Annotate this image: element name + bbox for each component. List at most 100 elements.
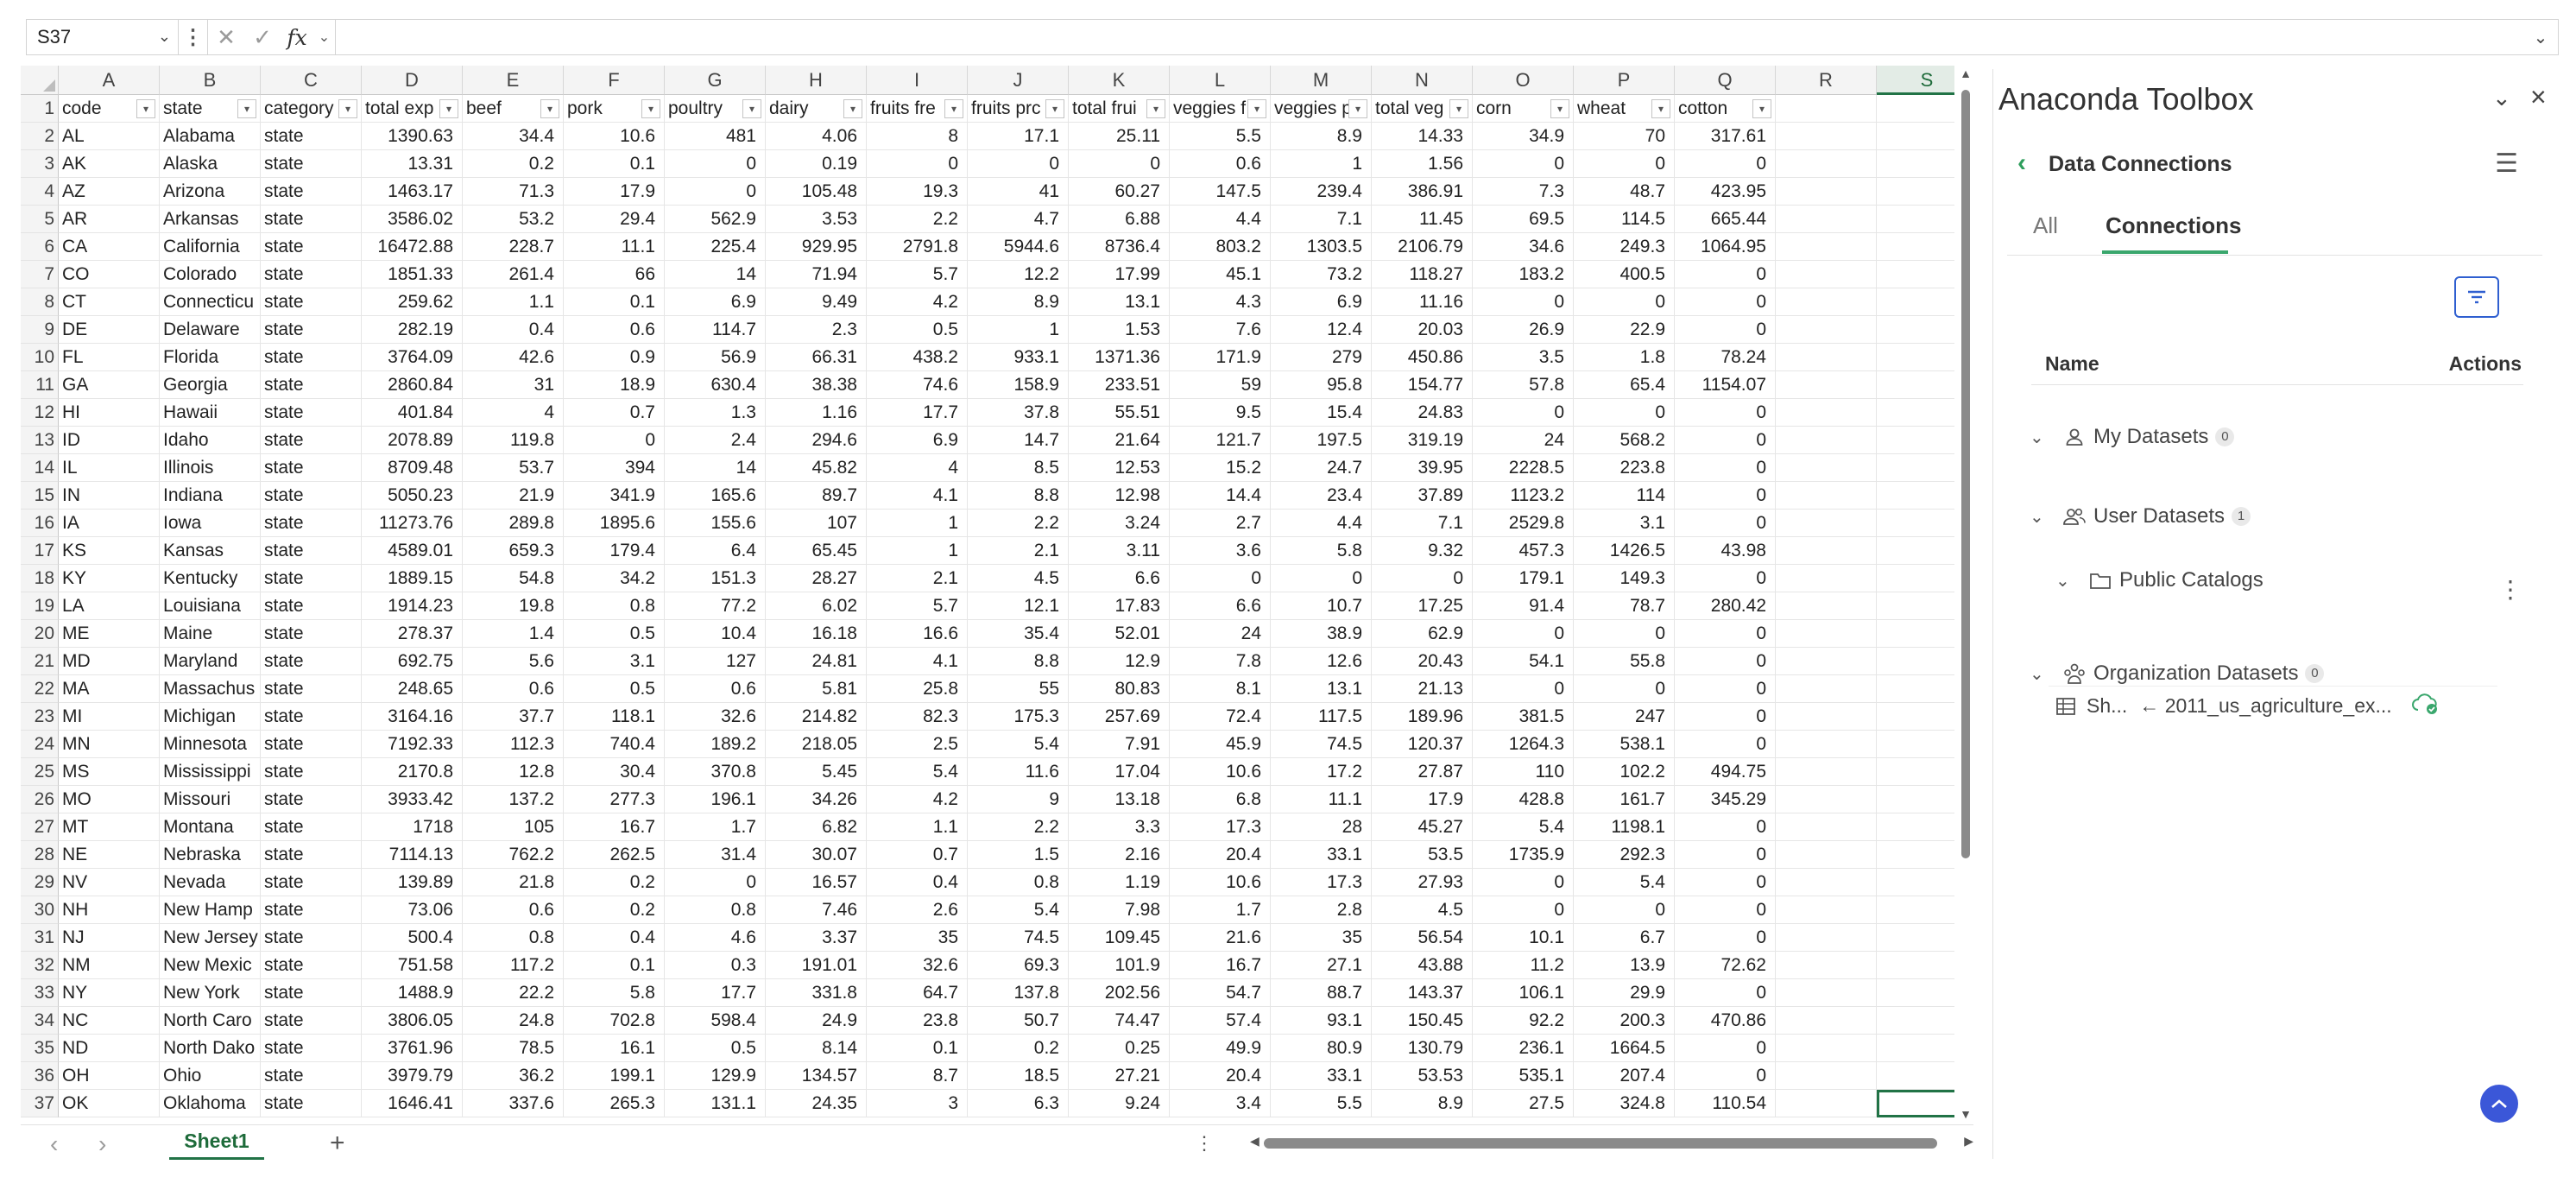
table-cell[interactable]: 0	[1675, 454, 1776, 482]
table-cell[interactable]: 7.98	[1069, 896, 1170, 924]
table-cell[interactable]: 12.53	[1069, 454, 1170, 482]
empty-cell[interactable]	[1776, 896, 1877, 924]
empty-cell[interactable]	[1776, 261, 1877, 288]
table-cell[interactable]: 7114.13	[362, 841, 463, 869]
table-cell[interactable]: Kansas	[160, 537, 261, 565]
table-cell[interactable]: 17.9	[564, 178, 665, 206]
table-cell[interactable]: 278.37	[362, 620, 463, 648]
table-cell[interactable]: 5.7	[867, 261, 968, 288]
empty-cell[interactable]	[1877, 979, 1954, 1007]
table-cell[interactable]: 457.3	[1473, 537, 1574, 565]
table-cell[interactable]: 78.5	[463, 1035, 564, 1062]
cloud-sync-icon[interactable]	[2411, 693, 2440, 720]
table-cell[interactable]: 0	[665, 869, 766, 896]
table-cell[interactable]: 59	[1170, 371, 1271, 399]
table-cell[interactable]: 2078.89	[362, 427, 463, 454]
row-number[interactable]: 4	[21, 178, 59, 206]
table-cell[interactable]: 49.9	[1170, 1035, 1271, 1062]
table-cell[interactable]: 17.25	[1372, 592, 1473, 620]
row-number[interactable]: 31	[21, 924, 59, 952]
table-cell[interactable]: state	[261, 620, 362, 648]
table-cell[interactable]: 41	[968, 178, 1069, 206]
table-cell[interactable]: 2170.8	[362, 758, 463, 786]
table-cell[interactable]: 48.7	[1574, 178, 1675, 206]
menu-icon[interactable]: ☰	[2495, 149, 2518, 179]
table-cell[interactable]: 13.1	[1069, 288, 1170, 316]
empty-cell[interactable]	[1776, 510, 1877, 537]
table-cell[interactable]: 21.8	[463, 869, 564, 896]
table-cell[interactable]: 394	[564, 454, 665, 482]
row-number[interactable]: 30	[21, 896, 59, 924]
table-cell[interactable]: state	[261, 703, 362, 731]
table-cell[interactable]: 2.8	[1271, 896, 1372, 924]
table-cell[interactable]: 3806.05	[362, 1007, 463, 1035]
table-cell[interactable]: 10.1	[1473, 924, 1574, 952]
table-cell[interactable]: 3.5	[1473, 344, 1574, 371]
table-cell[interactable]: 74.5	[968, 924, 1069, 952]
column-header-r[interactable]: R	[1776, 66, 1877, 95]
table-cell[interactable]: 2228.5	[1473, 454, 1574, 482]
row-number[interactable]: 15	[21, 482, 59, 510]
empty-cell[interactable]	[1877, 482, 1954, 510]
table-cell[interactable]: 665.44	[1675, 206, 1776, 233]
table-cell[interactable]: 117.2	[463, 952, 564, 979]
table-cell[interactable]: 88.7	[1271, 979, 1372, 1007]
table-cell[interactable]: 740.4	[564, 731, 665, 758]
table-cell[interactable]: 1123.2	[1473, 482, 1574, 510]
table-cell[interactable]: state	[261, 979, 362, 1007]
table-cell[interactable]: 50.7	[968, 1007, 1069, 1035]
table-cell[interactable]: 17.04	[1069, 758, 1170, 786]
table-cell[interactable]: 3.3	[1069, 813, 1170, 841]
table-cell[interactable]: 56.54	[1372, 924, 1473, 952]
scroll-up-arrow-icon[interactable]: ▲	[1958, 66, 1973, 81]
table-cell[interactable]: 0.3	[665, 952, 766, 979]
table-cell[interactable]: Oklahoma	[160, 1090, 261, 1117]
table-cell[interactable]: 20.4	[1170, 841, 1271, 869]
table-cell[interactable]: 0.5	[564, 675, 665, 703]
column-header-l[interactable]: L	[1170, 66, 1271, 95]
table-cell[interactable]: 0	[1675, 565, 1776, 592]
empty-cell[interactable]	[1776, 786, 1877, 813]
table-cell[interactable]: 751.58	[362, 952, 463, 979]
tree-user-datasets[interactable]: ⌄ User Datasets 1	[2030, 499, 2251, 534]
table-cell[interactable]: state	[261, 786, 362, 813]
table-cell[interactable]: Connecticu	[160, 288, 261, 316]
table-cell[interactable]: 149.3	[1574, 565, 1675, 592]
empty-cell[interactable]	[1877, 924, 1954, 952]
table-cell[interactable]: 450.86	[1372, 344, 1473, 371]
table-cell[interactable]: Maine	[160, 620, 261, 648]
table-cell[interactable]: 562.9	[665, 206, 766, 233]
row-number[interactable]: 32	[21, 952, 59, 979]
table-cell[interactable]: 261.4	[463, 261, 564, 288]
table-cell[interactable]: 0	[564, 427, 665, 454]
table-cell[interactable]: 7.46	[766, 896, 867, 924]
table-cell[interactable]: 2.5	[867, 731, 968, 758]
table-cell[interactable]: 702.8	[564, 1007, 665, 1035]
table-cell[interactable]: 69.3	[968, 952, 1069, 979]
table-cell[interactable]: 280.42	[1675, 592, 1776, 620]
table-cell[interactable]: NH	[59, 896, 160, 924]
table-cell[interactable]: 107	[766, 510, 867, 537]
table-cell[interactable]: 1.5	[968, 841, 1069, 869]
horizontal-scroll-thumb[interactable]	[1264, 1138, 1937, 1149]
table-cell[interactable]: 6.9	[1271, 288, 1372, 316]
table-cell[interactable]: 118.1	[564, 703, 665, 731]
table-cell[interactable]: 64.7	[867, 979, 968, 1007]
table-cell[interactable]: 5.8	[564, 979, 665, 1007]
table-cell[interactable]: state	[261, 731, 362, 758]
table-cell[interactable]: 55.8	[1574, 648, 1675, 675]
table-cell[interactable]: 16.7	[564, 813, 665, 841]
more-options-icon[interactable]: ⋮	[1195, 1132, 1214, 1155]
row-number[interactable]: 16	[21, 510, 59, 537]
table-cell[interactable]: 10.6	[564, 123, 665, 150]
table-cell[interactable]: 4.5	[1372, 896, 1473, 924]
cancel-icon[interactable]: ✕	[208, 20, 244, 54]
table-cell[interactable]: 481	[665, 123, 766, 150]
table-cell[interactable]: 72.62	[1675, 952, 1776, 979]
empty-cell[interactable]	[1776, 1062, 1877, 1090]
filter-dropdown-icon[interactable]: ▾	[742, 99, 761, 118]
table-cell[interactable]: 8	[867, 123, 968, 150]
table-cell[interactable]: 0	[1574, 620, 1675, 648]
table-cell[interactable]: 200.3	[1574, 1007, 1675, 1035]
table-cell[interactable]: 0.5	[564, 620, 665, 648]
